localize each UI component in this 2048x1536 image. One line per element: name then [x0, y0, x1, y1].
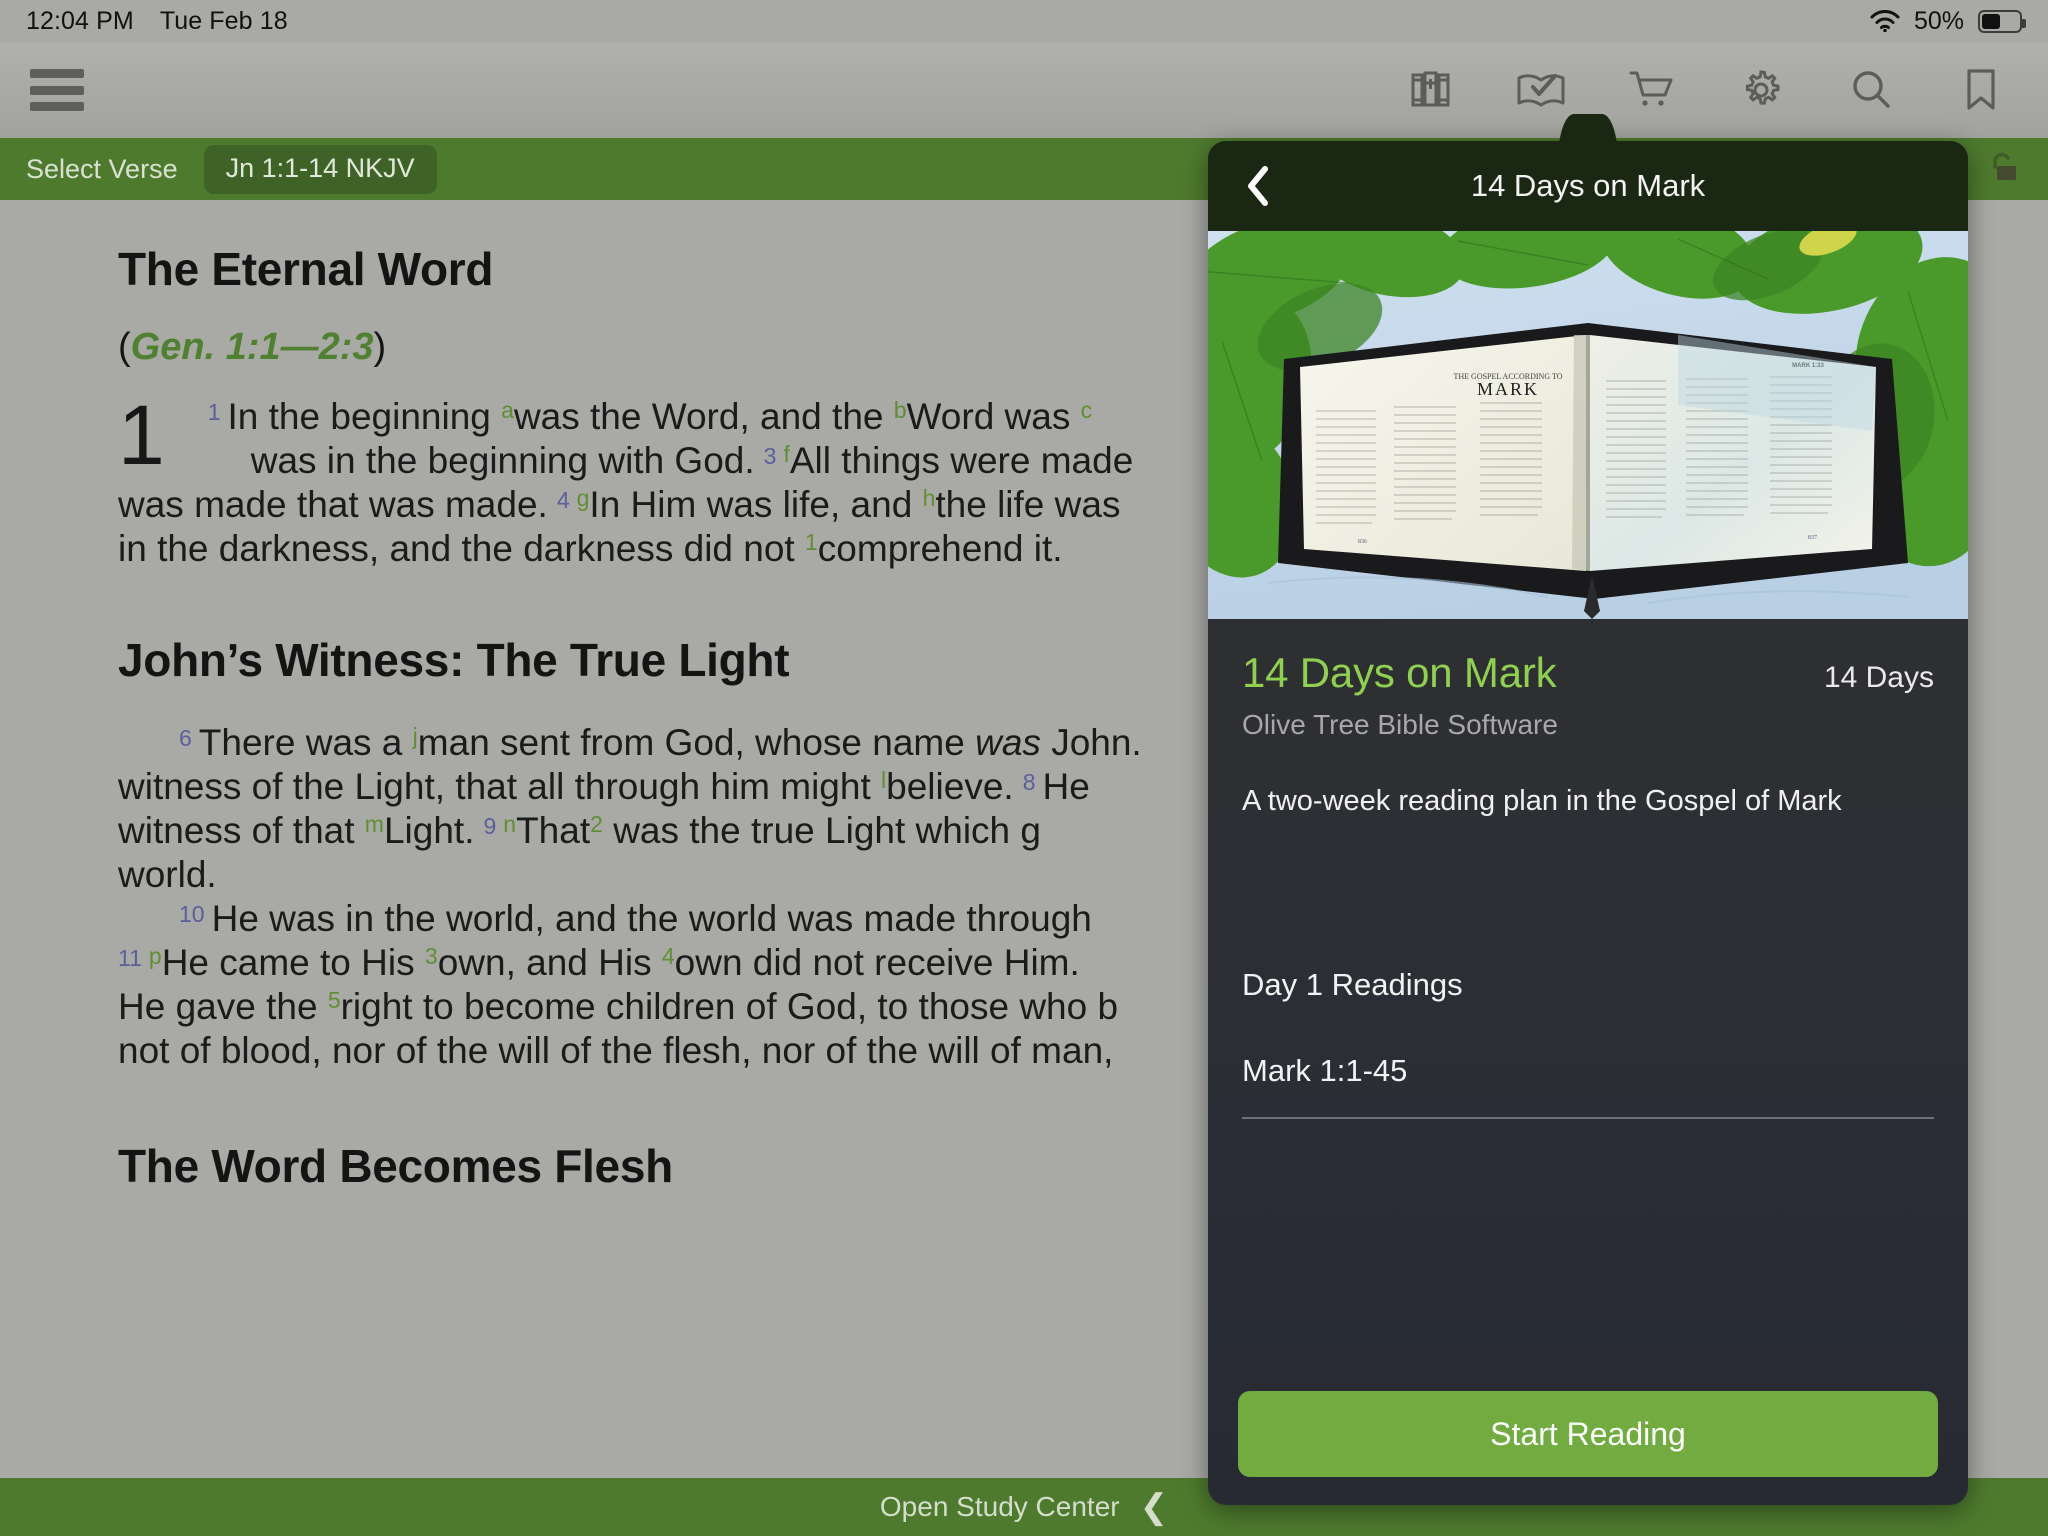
popover-footer: Start Reading — [1208, 1375, 1968, 1505]
plan-duration-badge: 14 Days — [1823, 661, 1934, 694]
footnote-marker[interactable]: c — [1081, 397, 1093, 423]
battery-icon — [1978, 9, 2026, 33]
open-study-center-label: Open Study Center — [879, 1491, 1120, 1522]
popover-title: 14 Days on Mark — [1470, 168, 1706, 203]
footnote-marker[interactable]: p — [149, 943, 162, 969]
verse-text: world. — [118, 854, 217, 896]
select-verse-label[interactable]: Select Verse — [26, 154, 178, 185]
verse-text: He gave the — [118, 986, 328, 1028]
plan-title: 14 Days on Mark — [1242, 649, 1557, 696]
verse-number[interactable]: 11 — [118, 945, 149, 971]
verse-text-italic: was — [975, 722, 1041, 764]
status-bar: 12:04 PM Tue Feb 18 50% — [0, 0, 2048, 42]
open-bible-on-leaves-photo: THE GOSPEL ACCORDING TO MARK MARK 1:33 8… — [1208, 231, 1968, 619]
chapter-number: 1 — [118, 388, 165, 482]
svg-text:MARK: MARK — [1477, 379, 1539, 399]
footnote-marker[interactable]: b — [894, 397, 907, 423]
verse-text: In the beginning — [227, 396, 502, 437]
battery-percent-label: 50% — [1913, 6, 1964, 35]
verse-text: man sent from God, whose name — [417, 722, 976, 764]
footnote-marker[interactable]: n — [503, 811, 516, 837]
gear-icon[interactable] — [1734, 63, 1788, 117]
library-books-icon[interactable] — [1404, 63, 1458, 117]
footnote-marker[interactable]: 4 — [662, 943, 675, 969]
svg-text:837: 837 — [1808, 535, 1817, 541]
footnote-marker[interactable]: m — [365, 811, 384, 837]
verse-text: not of blood, nor of the will of the fle… — [118, 1030, 1114, 1072]
status-bar-left: 12:04 PM Tue Feb 18 — [26, 7, 288, 36]
verse-number[interactable]: 9 — [474, 813, 503, 839]
footnote-marker[interactable]: g — [577, 485, 590, 511]
xref-link[interactable]: Gen. 1:1—2:3 — [131, 326, 374, 368]
plan-hero-image: THE GOSPEL ACCORDING TO MARK MARK 1:33 8… — [1208, 231, 1968, 619]
verse-text: was made that was made. — [118, 484, 548, 526]
verse-text: John. — [1040, 722, 1142, 764]
status-date: Tue Feb 18 — [159, 6, 288, 35]
verse-text: He was in the world, and the world was m… — [211, 898, 1092, 940]
readings-heading: Day 1 Readings — [1242, 967, 1463, 1003]
search-icon[interactable] — [1844, 63, 1898, 117]
verse-text: witness of that — [118, 810, 365, 852]
svg-text:836: 836 — [1358, 539, 1367, 545]
back-chevron-icon[interactable] — [1236, 160, 1280, 212]
reading-plan-popover: 14 Days on Mark THE GOSPEL ACCORDING TO … — [1208, 141, 1968, 1505]
verse-number[interactable]: 1 — [199, 399, 228, 425]
footnote-marker[interactable]: 2 — [590, 811, 603, 837]
verse-text: was the true Light which g — [602, 810, 1041, 852]
footnote-marker[interactable]: 1 — [805, 529, 818, 555]
verse-text: In Him was life, and — [589, 484, 923, 526]
verse-text: in the darkness, and the darkness did no… — [118, 528, 805, 570]
plan-publisher: Olive Tree Bible Software — [1242, 709, 1558, 740]
plan-details: 14 Days on Mark 14 Days Olive Tree Bible… — [1208, 619, 1968, 1375]
verse-number[interactable]: 6 — [170, 725, 199, 751]
start-reading-button[interactable]: Start Reading — [1238, 1391, 1938, 1477]
plan-title-row: 14 Days on Mark 14 Days — [1242, 649, 1934, 697]
footnote-marker[interactable]: h — [923, 485, 936, 511]
toolbar-icon-group — [1404, 63, 2018, 117]
wifi-icon — [1870, 10, 1900, 33]
verse-text: was the Word, and the — [513, 396, 894, 437]
verse-text: the life was — [935, 484, 1121, 526]
verse-text: own did not receive Him. — [674, 942, 1080, 984]
bookmark-icon[interactable] — [1954, 63, 2008, 117]
verse-number[interactable]: 8 — [1014, 769, 1043, 795]
verse-number[interactable]: 10 — [170, 901, 212, 927]
footnote-marker[interactable]: 3 — [425, 943, 438, 969]
hamburger-menu-icon[interactable] — [30, 69, 84, 111]
xref-open-paren: ( — [118, 326, 131, 368]
status-bar-right: 50% — [1870, 6, 2026, 36]
status-time: 12:04 PM — [26, 6, 134, 35]
verse-number[interactable]: 3 — [755, 443, 784, 469]
verse-text: comprehend it. — [817, 528, 1063, 570]
reading-list-item[interactable]: Mark 1:1-45 — [1242, 1053, 1934, 1120]
verse-text: That — [516, 810, 591, 852]
footnote-marker[interactable]: a — [501, 397, 514, 423]
chevron-left-icon[interactable]: ❮ — [1140, 1490, 1169, 1524]
verse-text: witness of the Light, that all through h… — [118, 766, 882, 808]
xref-close-paren: ) — [373, 326, 387, 368]
verse-text: There was a — [198, 722, 413, 764]
footnote-marker[interactable]: 5 — [328, 987, 341, 1013]
verse-number[interactable]: 4 — [548, 487, 577, 513]
top-toolbar — [0, 42, 2048, 138]
verse-text: He came to His — [161, 942, 425, 984]
shopping-cart-icon[interactable] — [1624, 63, 1678, 117]
verse-text: own, and His — [437, 942, 662, 984]
verse-text: was in the beginning with God. — [250, 440, 755, 482]
verse-text: All things were made — [789, 440, 1134, 482]
popover-header: 14 Days on Mark — [1208, 141, 1968, 231]
verse-reference-chip[interactable]: Jn 1:1-14 NKJV — [203, 144, 437, 194]
verse-text: He — [1042, 766, 1090, 808]
unlocked-padlock-icon[interactable] — [1982, 149, 2022, 189]
plan-description: A two-week reading plan in the Gospel of… — [1242, 785, 1842, 817]
verse-text: Light. — [383, 810, 475, 852]
popover-pointer-arrow — [1552, 108, 1624, 148]
verse-text: Word was — [906, 396, 1081, 437]
verse-text: right to become children of God, to thos… — [340, 986, 1119, 1028]
verse-text: believe. — [886, 766, 1014, 808]
app-root: 12:04 PM Tue Feb 18 50% Select Verse Jn … — [0, 0, 2048, 1536]
